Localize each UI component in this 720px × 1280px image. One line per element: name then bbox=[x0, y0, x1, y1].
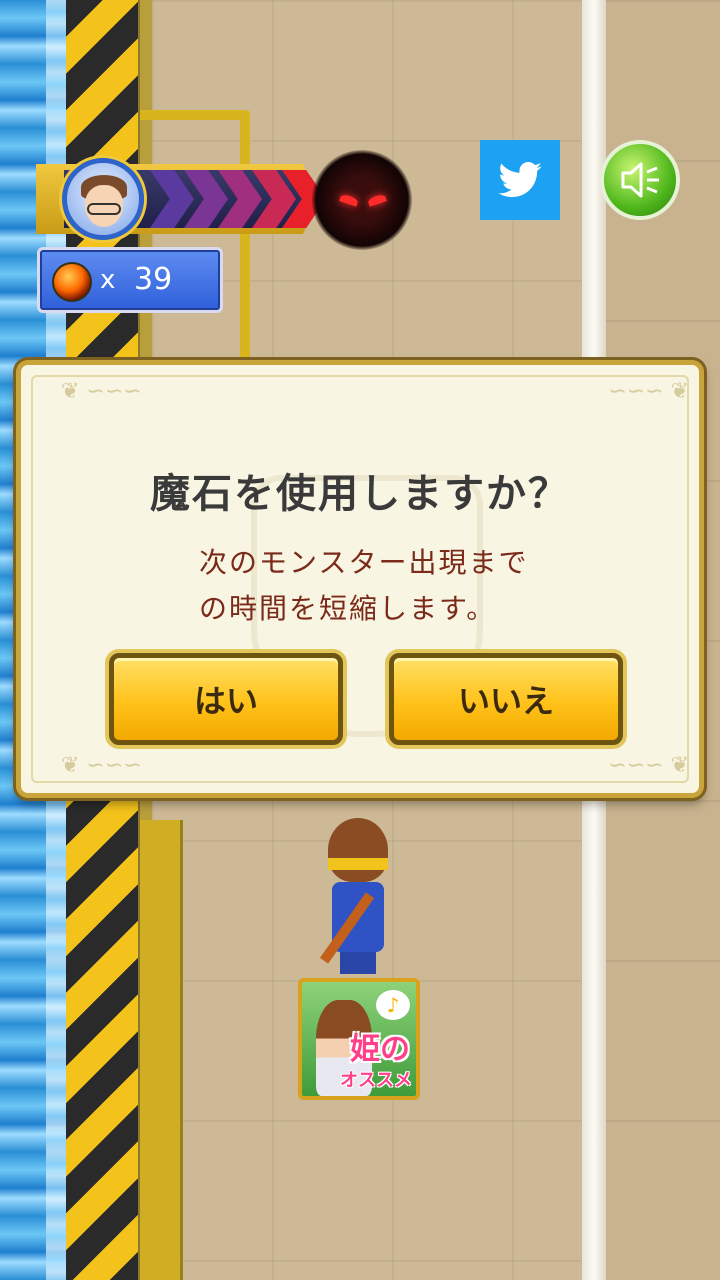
yellow-pipe bbox=[140, 110, 250, 360]
ornament-bottom-right: ∽∽∽ ❦ bbox=[608, 753, 689, 778]
yes-button[interactable]: はい bbox=[109, 653, 343, 745]
player-avatar-icon bbox=[62, 158, 144, 240]
dialog-message-line1: 次のモンスター出現まで bbox=[199, 546, 529, 579]
twitter-icon bbox=[498, 162, 542, 198]
sound-toggle-button[interactable] bbox=[600, 140, 680, 220]
dialog-message-line2: の時間を短縮します。 bbox=[199, 592, 497, 625]
hero-legs bbox=[340, 952, 376, 974]
monster-eye-left bbox=[339, 193, 359, 207]
magic-stone-icon bbox=[52, 262, 92, 302]
magic-stone-counter: x 39 bbox=[37, 247, 223, 313]
dialog-title: 魔石を使用しますか？ bbox=[150, 471, 570, 517]
gem-count-prefix: x bbox=[100, 265, 116, 295]
gem-count-value: 39 bbox=[134, 262, 173, 297]
yellow-pipe-lower bbox=[140, 820, 183, 1280]
ornament-top-right: ∽∽∽ ❦ bbox=[608, 379, 689, 404]
hero-headband bbox=[328, 858, 388, 870]
player-character bbox=[319, 818, 394, 978]
princess-recommend-banner[interactable]: ♪ 姫の オススメ bbox=[298, 978, 420, 1100]
avatar-glasses bbox=[87, 203, 121, 215]
monster-eye-right bbox=[367, 193, 387, 207]
hero-head bbox=[328, 818, 388, 882]
no-button[interactable]: いいえ bbox=[389, 653, 623, 745]
dark-monster-icon bbox=[312, 150, 412, 250]
banner-text-sub: オススメ bbox=[340, 1070, 412, 1091]
twitter-share-button[interactable] bbox=[480, 140, 560, 220]
ornament-top-left: ❦ ∽∽∽ bbox=[61, 379, 142, 404]
speaker-icon bbox=[621, 162, 659, 198]
banner-text-main: 姫の bbox=[350, 1032, 410, 1067]
music-note-icon: ♪ bbox=[376, 990, 410, 1020]
use-magic-stone-dialog: ❦ ∽∽∽ ∽∽∽ ❦ ❦ ∽∽∽ ∽∽∽ ❦ 魔石を使用しますか？ 次のモンス… bbox=[16, 360, 704, 798]
ornament-bottom-left: ❦ ∽∽∽ bbox=[61, 753, 142, 778]
